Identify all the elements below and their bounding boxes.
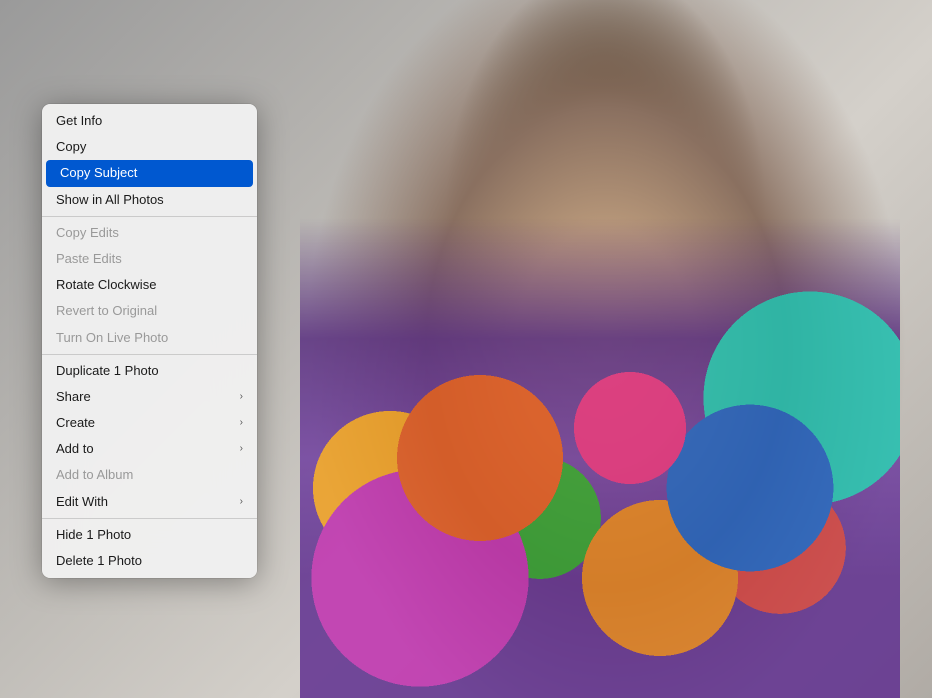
- menu-item-create[interactable]: Create›: [42, 410, 257, 436]
- menu-item-label-turn-on-live-photo: Turn On Live Photo: [56, 329, 243, 347]
- menu-item-duplicate-1-photo[interactable]: Duplicate 1 Photo: [42, 358, 257, 384]
- menu-item-label-paste-edits: Paste Edits: [56, 250, 243, 268]
- menu-item-label-revert-to-original: Revert to Original: [56, 302, 243, 320]
- separator-after-edit-with: [42, 518, 257, 519]
- menu-item-add-to-album: Add to Album: [42, 462, 257, 488]
- menu-item-label-add-to-album: Add to Album: [56, 466, 243, 484]
- menu-item-label-get-info: Get Info: [56, 112, 243, 130]
- menu-item-add-to[interactable]: Add to›: [42, 436, 257, 462]
- context-menu: Get Info Copy Copy Subject Show in All Phot…: [42, 104, 257, 578]
- menu-item-label-copy-subject: Copy Subject: [60, 164, 239, 182]
- menu-item-rotate-clockwise[interactable]: Rotate Clockwise: [42, 272, 257, 298]
- menu-item-show-in-all-photos[interactable]: Show in All Photos: [42, 187, 257, 213]
- separator-after-turn-on-live-photo: [42, 354, 257, 355]
- menu-item-get-info[interactable]: Get Info: [42, 108, 257, 134]
- menu-item-share[interactable]: Share›: [42, 384, 257, 410]
- menu-item-copy-edits: Copy Edits: [42, 220, 257, 246]
- separator-after-show-in-all-photos: [42, 216, 257, 217]
- menu-item-label-rotate-clockwise: Rotate Clockwise: [56, 276, 243, 294]
- menu-item-label-add-to: Add to: [56, 440, 240, 458]
- menu-item-copy[interactable]: Copy: [42, 134, 257, 160]
- menu-item-label-duplicate-1-photo: Duplicate 1 Photo: [56, 362, 243, 380]
- menu-item-edit-with[interactable]: Edit With›: [42, 489, 257, 515]
- menu-item-revert-to-original: Revert to Original: [42, 298, 257, 324]
- menu-item-hide-1-photo[interactable]: Hide 1 Photo: [42, 522, 257, 548]
- menu-item-label-edit-with: Edit With: [56, 493, 240, 511]
- menu-item-delete-1-photo[interactable]: Delete 1 Photo: [42, 548, 257, 574]
- menu-item-label-share: Share: [56, 388, 240, 406]
- menu-item-label-hide-1-photo: Hide 1 Photo: [56, 526, 243, 544]
- menu-item-label-copy-edits: Copy Edits: [56, 224, 243, 242]
- submenu-chevron-create: ›: [240, 416, 243, 430]
- menu-item-label-show-in-all-photos: Show in All Photos: [56, 191, 243, 209]
- menu-item-label-delete-1-photo: Delete 1 Photo: [56, 552, 243, 570]
- menu-item-paste-edits: Paste Edits: [42, 246, 257, 272]
- menu-item-label-copy: Copy: [56, 138, 243, 156]
- submenu-chevron-share: ›: [240, 390, 243, 404]
- menu-item-copy-subject[interactable]: Copy Subject: [46, 160, 253, 186]
- menu-item-label-create: Create: [56, 414, 240, 432]
- menu-item-turn-on-live-photo: Turn On Live Photo: [42, 325, 257, 351]
- submenu-chevron-add-to: ›: [240, 442, 243, 456]
- submenu-chevron-edit-with: ›: [240, 495, 243, 509]
